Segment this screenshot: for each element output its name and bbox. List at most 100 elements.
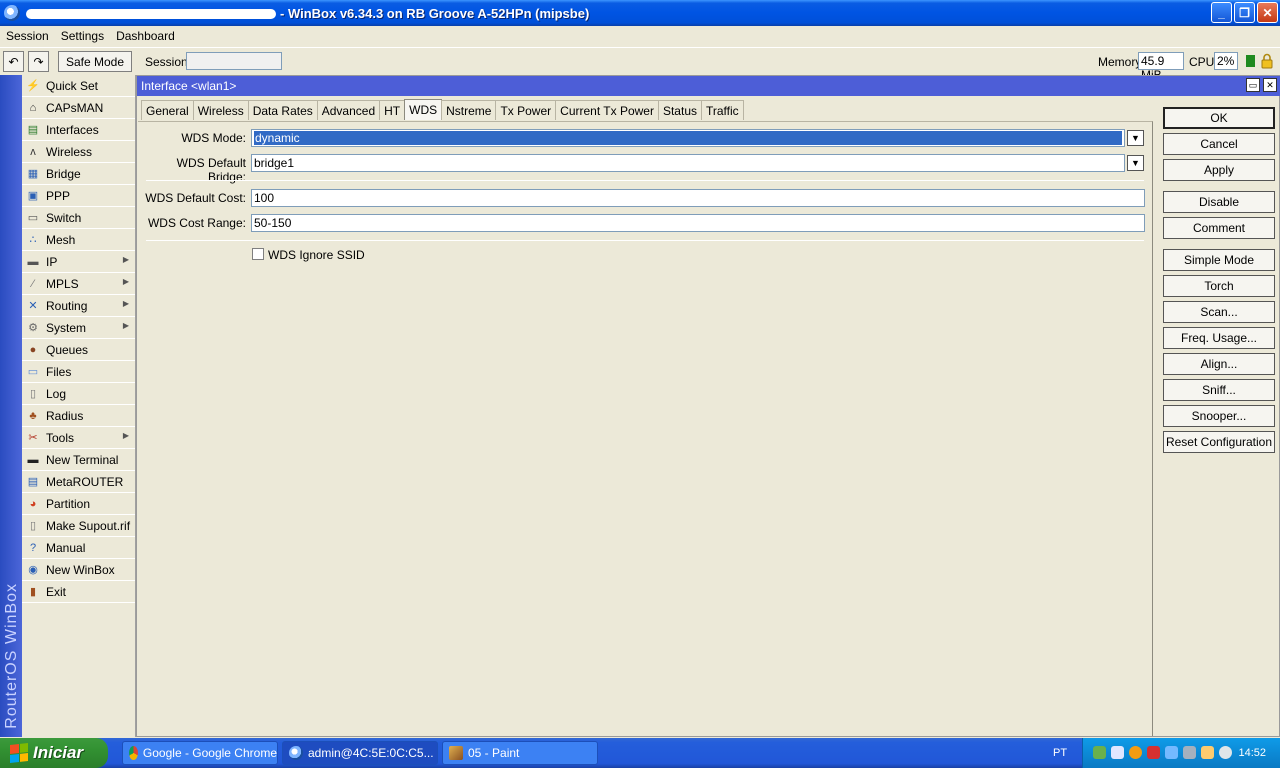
exit-icon: ▮	[29, 586, 37, 598]
sidebar-item-mpls[interactable]: ⁄ MPLS ▶	[22, 273, 135, 295]
tab-status[interactable]: Status	[657, 100, 702, 120]
reset-configuration-button[interactable]: Reset Configuration	[1163, 431, 1275, 453]
sidebar-item-mesh[interactable]: ∴ Mesh	[22, 229, 135, 251]
monitor-tray-icon[interactable]	[1165, 746, 1178, 759]
start-button[interactable]: Iniciar	[0, 738, 108, 768]
tab-advanced[interactable]: Advanced	[316, 100, 381, 120]
system-tray: 14:52	[1082, 738, 1280, 768]
tab-current-tx-power[interactable]: Current Tx Power	[555, 100, 659, 120]
torrent-tray-icon[interactable]	[1093, 746, 1106, 759]
simple-mode-button[interactable]: Simple Mode	[1163, 249, 1275, 271]
computer-tray-icon[interactable]	[1183, 746, 1196, 759]
volume-tray-icon[interactable]	[1219, 746, 1232, 759]
task-paint[interactable]: 05 - Paint	[442, 741, 598, 765]
sidebar-item-manual[interactable]: ? Manual	[22, 537, 135, 559]
tab-data-rates[interactable]: Data Rates	[247, 100, 318, 120]
wds-ignore-ssid-checkbox[interactable]	[252, 248, 264, 260]
redo-icon: ↷	[33, 54, 44, 69]
snooper-button[interactable]: Snooper...	[1163, 405, 1275, 427]
wds-mode-dropdown-button[interactable]: ▼	[1127, 130, 1144, 146]
sidebar-item-system[interactable]: ⚙ System ▶	[22, 317, 135, 339]
sidebar-item-exit[interactable]: ▮ Exit	[22, 581, 135, 603]
sidebar-item-interfaces[interactable]: ▤ Interfaces	[22, 119, 135, 141]
sniff-button[interactable]: Sniff...	[1163, 379, 1275, 401]
task-chrome[interactable]: Google - Google Chrome	[122, 741, 278, 765]
tab-traffic[interactable]: Traffic	[701, 100, 744, 120]
wds-range-input[interactable]: 50-150	[251, 214, 1145, 232]
sidebar-item-log[interactable]: ▯ Log	[22, 383, 135, 405]
sidebar-item-bridge[interactable]: ▦ Bridge	[22, 163, 135, 185]
submenu-arrow-icon: ▶	[122, 255, 129, 264]
sidebar-item-partition[interactable]: ◕ Partition	[22, 493, 135, 515]
sidebar-item-queues[interactable]: ● Queues	[22, 339, 135, 361]
winbox-icon: ◉	[28, 564, 38, 576]
wds-mode-select[interactable]: dynamic	[251, 129, 1125, 147]
wds-bridge-dropdown-button[interactable]: ▼	[1127, 155, 1144, 171]
freq-usage-button[interactable]: Freq. Usage...	[1163, 327, 1275, 349]
app-tray-icon[interactable]	[1129, 746, 1142, 759]
submenu-arrow-icon: ▶	[122, 277, 129, 286]
clock: 14:52	[1238, 747, 1266, 759]
bridge-icon: ▦	[27, 168, 39, 180]
antivirus-tray-icon[interactable]	[1147, 746, 1160, 759]
sidebar-item-label: Interfaces	[46, 122, 99, 137]
tab-wds[interactable]: WDS	[404, 99, 443, 120]
sidebar-item-metarouter[interactable]: ▤ MetaROUTER	[22, 471, 135, 493]
title-bar: - WinBox v6.34.3 on RB Groove A-52HPn (m…	[0, 0, 1280, 26]
sidebar-item-routing[interactable]: ✕ Routing ▶	[22, 295, 135, 317]
session-field[interactable]	[186, 52, 282, 70]
ok-button[interactable]: OK	[1163, 107, 1275, 129]
supout-icon: ▯	[29, 520, 37, 532]
tab-nstreme[interactable]: Nstreme	[441, 100, 497, 120]
close-button[interactable]: ✕	[1257, 2, 1278, 23]
network-tray-icon[interactable]	[1111, 746, 1124, 759]
sidebar-item-radius[interactable]: ♣ Radius	[22, 405, 135, 427]
cancel-button[interactable]: Cancel	[1163, 133, 1275, 155]
sidebar-item-label: Files	[46, 364, 72, 379]
wds-cost-input[interactable]: 100	[251, 189, 1145, 207]
tab-tx-power[interactable]: Tx Power	[495, 100, 557, 120]
restore-button[interactable]: ❐	[1234, 2, 1255, 23]
wds-bridge-select[interactable]: bridge1	[251, 154, 1125, 172]
redacted-address	[26, 9, 276, 20]
sidebar-item-label: Quick Set	[46, 78, 99, 93]
tab-wireless[interactable]: Wireless	[192, 100, 249, 120]
dialog-close-button[interactable]: ✕	[1263, 78, 1277, 92]
tab-ht[interactable]: HT	[379, 100, 406, 120]
sidebar-item-label: Partition	[46, 496, 91, 511]
partition-icon: ◕	[29, 497, 37, 510]
task-winbox[interactable]: admin@4C:5E:0C:C5...	[282, 741, 438, 765]
align-button[interactable]: Align...	[1163, 353, 1275, 375]
language-indicator[interactable]: PT	[1053, 747, 1067, 759]
safe-mode-button[interactable]: Safe Mode	[58, 51, 132, 72]
sidebar-item-make-supout-rif[interactable]: ▯ Make Supout.rif	[22, 515, 135, 537]
sidebar-item-files[interactable]: ▭ Files	[22, 361, 135, 383]
comment-button[interactable]: Comment	[1163, 217, 1275, 239]
tab-general[interactable]: General	[141, 100, 194, 120]
apply-button[interactable]: Apply	[1163, 159, 1275, 181]
sidebar-item-wireless[interactable]: ʌ Wireless	[22, 141, 135, 163]
mesh-icon: ∴	[29, 234, 37, 246]
torch-button[interactable]: Torch	[1163, 275, 1275, 297]
menu-session[interactable]: Session	[0, 29, 55, 43]
sidebar-item-ip[interactable]: ▬ IP ▶	[22, 251, 135, 273]
sidebar-item-tools[interactable]: ✂ Tools ▶	[22, 427, 135, 449]
sidebar-item-label: New Terminal	[46, 452, 119, 467]
undo-button[interactable]: ↶	[3, 51, 24, 72]
disable-button[interactable]: Disable	[1163, 191, 1275, 213]
menu-settings[interactable]: Settings	[55, 29, 110, 43]
minimize-button[interactable]: _	[1211, 2, 1232, 23]
sidebar-item-quick-set[interactable]: ⚡ Quick Set	[22, 75, 135, 97]
sidebar-item-capsman[interactable]: ⌂ CAPsMAN	[22, 97, 135, 119]
redo-button[interactable]: ↷	[28, 51, 49, 72]
sidebar-item-label: Routing	[46, 298, 88, 313]
usb-tray-icon[interactable]	[1201, 746, 1214, 759]
sidebar-item-ppp[interactable]: ▣ PPP	[22, 185, 135, 207]
menu-dashboard[interactable]: Dashboard	[110, 29, 181, 43]
sidebar-item-switch[interactable]: ▭ Switch	[22, 207, 135, 229]
sidebar-item-new-terminal[interactable]: ▬ New Terminal	[22, 449, 135, 471]
undo-icon: ↶	[8, 54, 19, 69]
sidebar-item-new-winbox[interactable]: ◉ New WinBox	[22, 559, 135, 581]
dialog-restore-button[interactable]: ▭	[1246, 78, 1260, 92]
scan-button[interactable]: Scan...	[1163, 301, 1275, 323]
